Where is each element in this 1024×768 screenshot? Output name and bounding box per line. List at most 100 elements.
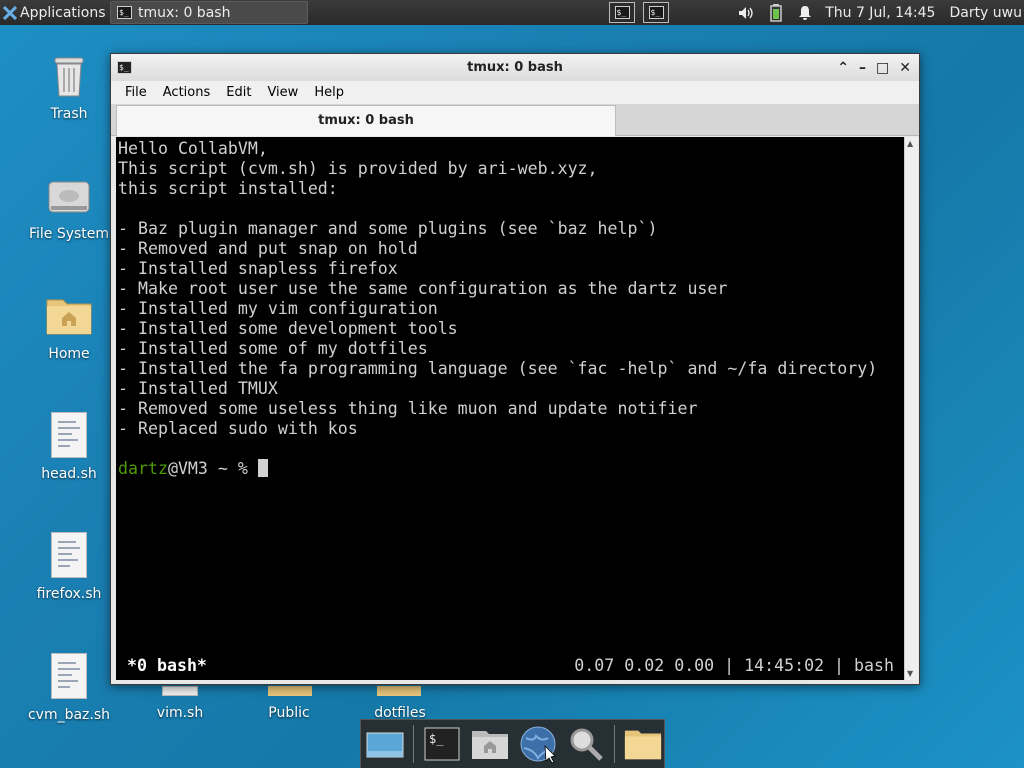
xfce-logo-icon (3, 5, 17, 20)
desktop-icon-label: cvm_baz.sh (27, 707, 111, 723)
script-file-icon (45, 653, 93, 701)
desktop-icon-label: head.sh (41, 466, 97, 482)
folder-icon (377, 686, 421, 696)
app-finder-launcher[interactable] (566, 724, 606, 764)
show-desktop-button[interactable] (365, 724, 405, 764)
user-menu[interactable]: Darty uwu (949, 5, 1022, 21)
desktop-icon-file-system[interactable]: File System (21, 172, 117, 242)
home-folder-icon (472, 731, 508, 759)
desktop-icon-label: Public (268, 705, 310, 721)
taskbar-window-button[interactable]: $_ tmux: 0 bash (110, 1, 308, 24)
menu-view[interactable]: View (259, 85, 306, 100)
prompt-host: @VM3 ~ % (167, 459, 258, 478)
terminal-scrollbar[interactable]: ▲ ▼ (904, 137, 918, 680)
menu-actions[interactable]: Actions (155, 85, 219, 100)
menu-edit[interactable]: Edit (218, 85, 259, 100)
home-folder-icon (45, 292, 93, 340)
scroll-up-icon[interactable]: ▲ (907, 139, 913, 148)
desktop-icon-firefox-sh[interactable]: firefox.sh (21, 532, 117, 602)
terminal-launcher[interactable]: $_ (422, 724, 462, 764)
window-title: tmux: 0 bash (467, 60, 563, 75)
desktop-icon-head-sh[interactable]: head.sh (21, 412, 117, 482)
terminal-line: - Removed and put snap on hold (118, 239, 418, 258)
prompt-line: dartz@VM3 ~ % (118, 459, 904, 479)
terminal-icon: $_ (117, 6, 132, 19)
svg-text:$_: $_ (429, 732, 444, 746)
script-file-icon (162, 686, 198, 696)
window-titlebar[interactable]: $_ tmux: 0 bash ⌃ – □ ✕ (111, 54, 919, 81)
workspace-2-button[interactable]: $_ (643, 2, 669, 23)
terminal-window: $_ tmux: 0 bash ⌃ – □ ✕ File Actions Edi… (110, 53, 920, 685)
shade-icon[interactable]: ⌃ (837, 60, 849, 76)
terminal-line: - Installed the fa programming language … (118, 359, 878, 378)
file-manager-launcher[interactable] (470, 724, 510, 764)
terminal-line: - Replaced sudo with kos (118, 419, 358, 438)
terminal-line: - Baz plugin manager and some plugins (s… (118, 219, 658, 238)
bottom-dock: $_ (360, 719, 665, 768)
clock[interactable]: Thu 7 Jul, 14:45 (825, 5, 935, 21)
prompt-user: dartz (118, 459, 168, 478)
terminal-cursor (257, 459, 268, 477)
terminal-line: - Installed snapless firefox (118, 259, 398, 278)
notification-bell-icon[interactable] (797, 5, 813, 21)
script-file-icon (45, 412, 93, 460)
terminal-line: Hello CollabVM, (118, 139, 268, 158)
desktop-icon-home[interactable]: Home (21, 292, 117, 362)
trash-icon (45, 52, 93, 100)
magnifier-icon (570, 728, 603, 761)
tab-bar: tmux: 0 bash (111, 104, 919, 136)
applications-label: Applications (20, 4, 106, 21)
terminal-line: - Installed TMUX (118, 379, 278, 398)
close-icon[interactable]: ✕ (899, 60, 911, 76)
terminal-line: this script installed: (118, 179, 338, 198)
dock-separator (614, 725, 615, 763)
globe-icon (520, 726, 556, 764)
tmux-status-right: 0.07 0.02 0.00 | 14:45:02 | bash (574, 656, 894, 675)
desktop-icon-label: firefox.sh (36, 586, 102, 602)
tab-tmux[interactable]: tmux: 0 bash (116, 105, 616, 136)
desktop-icon-trash[interactable]: Trash (21, 52, 117, 122)
taskbar-window-label: tmux: 0 bash (138, 4, 231, 21)
desktop-icon-vim-sh[interactable]: vim.sh (132, 705, 228, 721)
folder-icon (268, 686, 312, 696)
menu-file[interactable]: File (117, 85, 155, 100)
terminal-line: - Installed my vim configuration (118, 299, 438, 318)
workspace-1-button[interactable]: $_ (609, 2, 635, 23)
maximize-icon[interactable]: □ (876, 60, 889, 76)
script-file-icon (45, 532, 93, 580)
applications-menu-button[interactable]: Applications (0, 0, 110, 25)
terminal-icon: $_ (424, 727, 460, 761)
minimize-icon[interactable]: – (859, 60, 866, 76)
scroll-down-icon[interactable]: ▼ (907, 669, 913, 678)
folder-launcher[interactable] (623, 724, 663, 764)
terminal-line: - Removed some useless thing like muon a… (118, 399, 698, 418)
terminal-icon: $_ (648, 6, 664, 19)
menu-help[interactable]: Help (306, 85, 352, 100)
desktop-icon-label: vim.sh (156, 705, 204, 721)
terminal-line: This script (cvm.sh) is provided by ari-… (118, 159, 598, 178)
desktop-icon-label: Home (48, 346, 90, 362)
folder-icon (624, 730, 662, 760)
show-desktop-icon (366, 732, 404, 758)
volume-icon[interactable] (737, 5, 755, 21)
desktop-icon-label: File System (28, 226, 110, 242)
menubar: File Actions Edit View Help (111, 81, 919, 104)
tmux-window-list[interactable]: *0 bash* (127, 656, 207, 676)
terminal-output[interactable]: Hello CollabVM, This script (cvm.sh) is p… (116, 137, 904, 680)
terminal-line: - Installed some development tools (118, 319, 458, 338)
top-panel: Applications $_ tmux: 0 bash $_ $_ Thu 7… (0, 0, 1024, 25)
terminal-icon: $_ (614, 6, 630, 19)
web-browser-launcher[interactable] (518, 724, 558, 764)
desktop-icon-public[interactable]: Public (241, 705, 337, 721)
battery-icon[interactable] (769, 3, 783, 22)
tmux-status-bar: *0 bash* 0.07 0.02 0.00 | 14:45:02 | bash (121, 656, 904, 676)
hard-drive-icon (45, 172, 93, 220)
desktop-icon-cvm-baz-sh[interactable]: cvm_baz.sh (21, 653, 117, 723)
dock-separator (413, 725, 414, 763)
terminal-line: - Make root user use the same configurat… (118, 279, 728, 298)
system-tray: Thu 7 Jul, 14:45 Darty uwu (737, 0, 1024, 25)
terminal-line: - Installed some of my dotfiles (118, 339, 428, 358)
desktop-icon-label: Trash (50, 106, 88, 122)
